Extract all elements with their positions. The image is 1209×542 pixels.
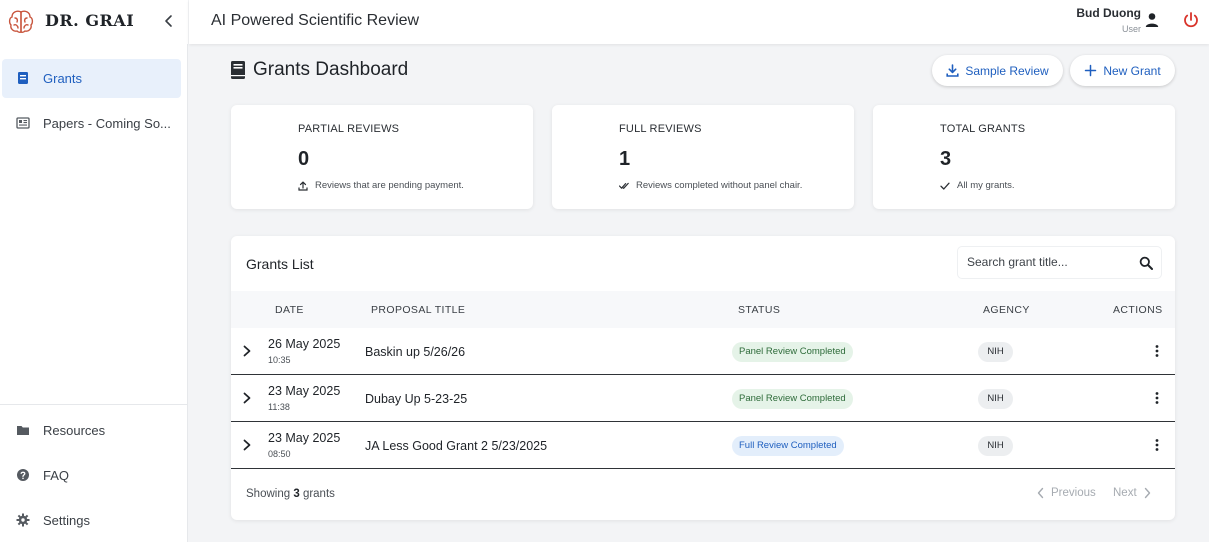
table-row[interactable]: 23 May 2025 08:50 JA Less Good Grant 2 5… bbox=[231, 422, 1175, 469]
row-time: 11:38 bbox=[268, 402, 290, 412]
column-header-title[interactable]: PROPOSAL TITLE bbox=[371, 304, 465, 316]
previous-page-button[interactable]: Previous bbox=[1036, 487, 1096, 499]
stat-card-subtitle: Reviews completed without panel chair. bbox=[619, 180, 802, 191]
status-badge: Full Review Completed bbox=[732, 436, 844, 456]
agency-badge: NIH bbox=[978, 436, 1013, 456]
stat-card-value: 3 bbox=[940, 148, 952, 170]
app-title: AI Powered Scientific Review bbox=[211, 12, 420, 29]
row-title[interactable]: Baskin up 5/26/26 bbox=[365, 345, 465, 359]
grants-list-title: Grants List bbox=[246, 256, 314, 272]
more-vertical-icon[interactable] bbox=[1151, 344, 1163, 358]
upload-icon bbox=[298, 181, 308, 191]
sidebar-item-settings[interactable]: Settings bbox=[2, 501, 181, 540]
stat-card-full-reviews: FULL REVIEWS 1 Reviews completed without… bbox=[552, 105, 854, 209]
row-date: 26 May 2025 bbox=[268, 337, 341, 351]
search-icon[interactable] bbox=[1139, 256, 1153, 270]
stat-card-subtitle-text: All my grants. bbox=[957, 180, 1015, 191]
previous-label: Previous bbox=[1051, 487, 1096, 499]
next-page-button[interactable]: Next bbox=[1113, 487, 1152, 499]
sidebar-item-faq[interactable]: FAQ bbox=[2, 456, 181, 495]
sidebar-divider bbox=[0, 404, 188, 405]
stat-card-subtitle-text: Reviews that are pending payment. bbox=[315, 180, 464, 191]
chevron-right-icon bbox=[1144, 487, 1150, 499]
showing-prefix: Showing bbox=[246, 488, 291, 500]
row-date: 23 May 2025 bbox=[268, 384, 341, 398]
table-row[interactable]: 23 May 2025 11:38 Dubay Up 5-23-25 Panel… bbox=[231, 375, 1175, 422]
row-time: 08:50 bbox=[268, 449, 291, 459]
user-icon[interactable] bbox=[1145, 12, 1159, 28]
stat-card-title: FULL REVIEWS bbox=[619, 123, 702, 135]
stat-card-subtitle-text: Reviews completed without panel chair. bbox=[636, 180, 803, 191]
chevron-left-icon bbox=[1037, 487, 1044, 499]
stat-card-value: 0 bbox=[298, 148, 310, 170]
status-badge: Panel Review Completed bbox=[732, 342, 853, 362]
chevron-right-icon[interactable] bbox=[241, 438, 253, 452]
user-name: Bud Duong bbox=[1076, 6, 1141, 20]
sidebar-item-resources[interactable]: Resources bbox=[2, 411, 181, 450]
sidebar-item-grants[interactable]: Grants bbox=[2, 59, 181, 98]
double-check-icon bbox=[619, 182, 629, 189]
showing-number: 3 bbox=[293, 488, 300, 500]
grants-list-panel: Grants List DATE PROPOSAL TITLE STATUS A… bbox=[231, 236, 1175, 520]
page-title: Grants Dashboard bbox=[253, 59, 409, 80]
more-vertical-icon[interactable] bbox=[1151, 391, 1163, 405]
column-header-status[interactable]: STATUS bbox=[738, 304, 780, 316]
stat-card-subtitle: All my grants. bbox=[940, 180, 1015, 191]
sidebar-item-label: Papers - Coming So... bbox=[43, 116, 171, 131]
row-date: 23 May 2025 bbox=[268, 431, 341, 445]
table-header: DATE PROPOSAL TITLE STATUS AGENCY ACTION… bbox=[231, 291, 1175, 328]
sidebar: DR. GRAI Grants Papers - Coming So... Re… bbox=[0, 0, 188, 542]
topbar: AI Powered Scientific Review Bud Duong U… bbox=[189, 0, 1209, 44]
stat-card-title: TOTAL GRANTS bbox=[940, 123, 1026, 135]
sample-review-label: Sample Review bbox=[965, 63, 1049, 78]
stat-card-partial-reviews: PARTIAL REVIEWS 0 Reviews that are pendi… bbox=[231, 105, 533, 209]
book-icon bbox=[231, 61, 245, 79]
showing-count: Showing 3 grants bbox=[246, 488, 335, 500]
page-title-wrap: Grants Dashboard bbox=[230, 58, 408, 82]
new-grant-button[interactable]: New Grant bbox=[1070, 55, 1175, 86]
plus-icon bbox=[1085, 64, 1097, 77]
search-input[interactable] bbox=[967, 255, 1127, 269]
row-title[interactable]: JA Less Good Grant 2 5/23/2025 bbox=[365, 439, 547, 453]
sidebar-item-label: Settings bbox=[43, 513, 90, 528]
grant-book-icon bbox=[18, 72, 28, 84]
sidebar-item-label: Grants bbox=[43, 71, 83, 86]
sample-review-button[interactable]: Sample Review bbox=[932, 55, 1063, 86]
row-time: 10:35 bbox=[268, 355, 291, 365]
stat-card-subtitle: Reviews that are pending payment. bbox=[298, 180, 464, 191]
help-circle-icon bbox=[17, 469, 29, 481]
gear-icon bbox=[16, 513, 30, 527]
status-badge: Panel Review Completed bbox=[732, 389, 853, 409]
row-title[interactable]: Dubay Up 5-23-25 bbox=[365, 392, 467, 406]
stat-card-value: 1 bbox=[619, 148, 631, 170]
sidebar-item-label: FAQ bbox=[43, 468, 70, 483]
folder-icon bbox=[17, 426, 29, 435]
table-row[interactable]: 26 May 2025 10:35 Baskin up 5/26/26 Pane… bbox=[231, 328, 1175, 375]
check-icon bbox=[940, 182, 950, 190]
chevron-right-icon[interactable] bbox=[241, 391, 253, 405]
download-icon bbox=[946, 64, 959, 77]
column-header-date[interactable]: DATE bbox=[275, 304, 304, 316]
brain-logo-icon bbox=[8, 10, 34, 33]
new-grant-label: New Grant bbox=[1103, 63, 1161, 78]
next-label: Next bbox=[1113, 487, 1137, 499]
agency-badge: NIH bbox=[978, 389, 1013, 409]
brand-name: DR. GRAI bbox=[45, 11, 135, 30]
newspaper-icon bbox=[16, 117, 30, 129]
column-header-actions: ACTIONS bbox=[1113, 304, 1163, 316]
showing-suffix: grants bbox=[302, 488, 335, 500]
chevron-left-icon[interactable] bbox=[160, 11, 178, 31]
sidebar-item-papers[interactable]: Papers - Coming So... bbox=[2, 104, 181, 143]
stat-card-total-grants: TOTAL GRANTS 3 All my grants. bbox=[873, 105, 1175, 209]
chevron-right-icon[interactable] bbox=[241, 344, 253, 358]
sidebar-item-label: Resources bbox=[43, 423, 106, 438]
brand: DR. GRAI bbox=[0, 0, 188, 44]
search-box bbox=[958, 247, 1161, 278]
user-role: User bbox=[1121, 24, 1141, 34]
more-vertical-icon[interactable] bbox=[1151, 438, 1163, 452]
power-icon[interactable] bbox=[1182, 11, 1200, 29]
stat-card-title: PARTIAL REVIEWS bbox=[298, 123, 400, 135]
column-header-agency[interactable]: AGENCY bbox=[983, 304, 1030, 316]
agency-badge: NIH bbox=[978, 342, 1013, 362]
